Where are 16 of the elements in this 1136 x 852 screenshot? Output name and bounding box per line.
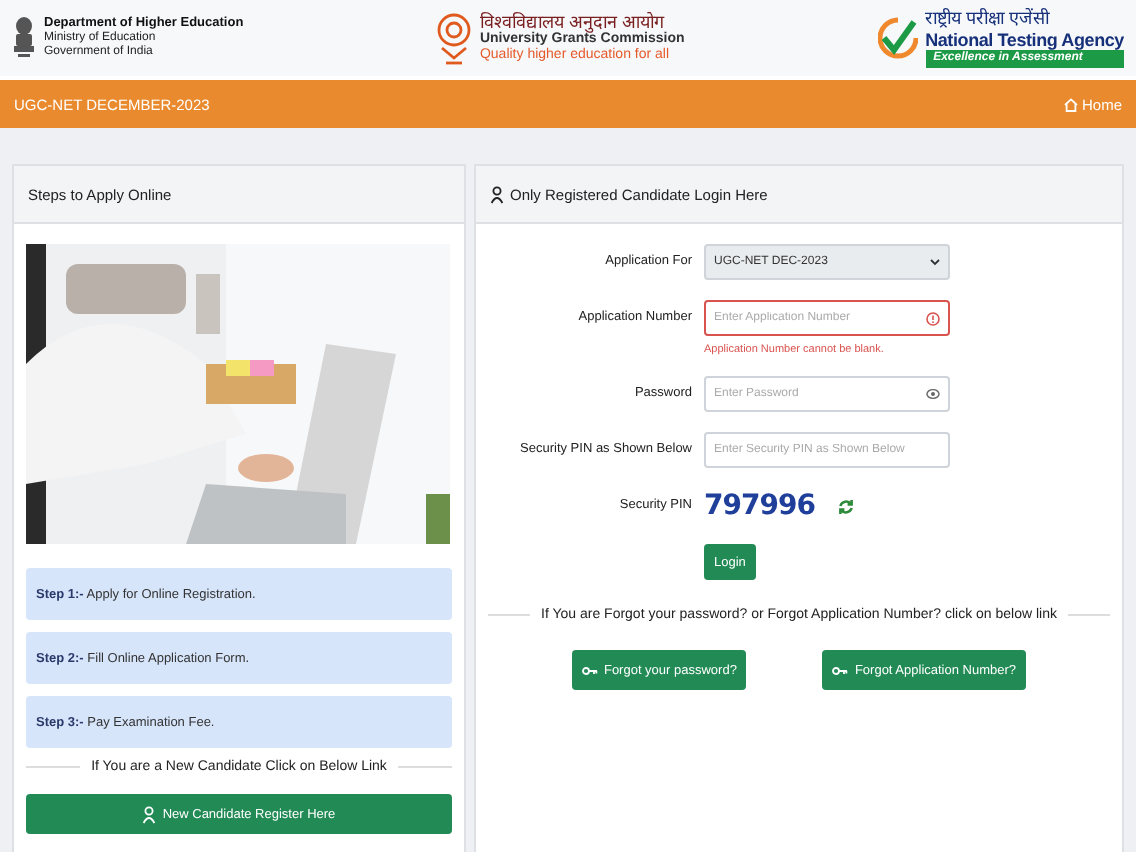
key-icon (832, 665, 849, 675)
checkmark-logo-icon (877, 15, 918, 60)
home-icon (1063, 97, 1078, 111)
organization-name: National Testing Agency (925, 29, 1124, 50)
hindi-title: विश्वविद्यालय अनुदान आयोग (479, 11, 665, 33)
chevron-down-icon (930, 258, 940, 266)
user-icon (142, 805, 157, 823)
eye-icon[interactable] (926, 387, 940, 399)
emblem-icon (12, 16, 36, 60)
error-icon (926, 311, 940, 325)
refresh-icon[interactable] (838, 497, 855, 515)
captcha-code: 797996 (704, 490, 815, 522)
user-icon (490, 185, 504, 203)
key-icon (581, 665, 598, 675)
hindi-title: राष्ट्रीय परीक्षा एजेंसी (925, 8, 1052, 30)
ugc-logo-icon (435, 10, 472, 66)
